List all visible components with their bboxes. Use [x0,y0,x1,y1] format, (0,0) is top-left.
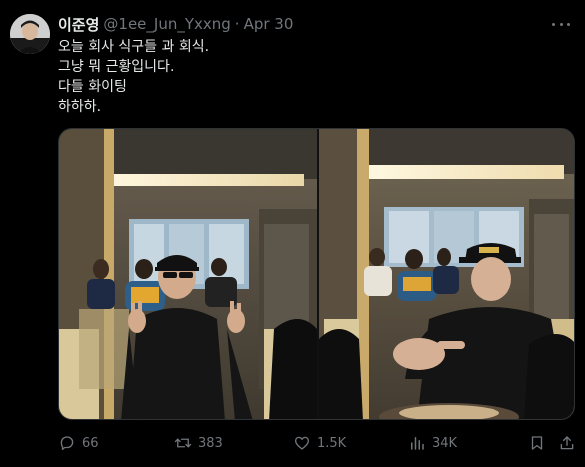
photo-right-image [319,129,574,419]
tweet-line: 하하하. [58,99,102,115]
reply-count: 66 [82,435,99,451]
separator-dot: · [234,15,240,33]
share-button[interactable] [558,433,576,453]
media-grid [58,128,575,420]
like-button[interactable]: 1.5K [293,433,346,453]
tweet-text: 오늘 회사 식구들 과 회식. 그냥 뭐 근황입니다. 다들 화이팅 하하하. [58,37,209,117]
heart-icon [294,436,310,450]
tweet-header: 이준영 @1ee_Jun_Yxxng · Apr 30 [58,14,293,34]
reply-icon [60,436,74,451]
reply-button[interactable]: 66 [58,433,99,453]
tweet-line: 그냥 뭐 근황입니다. [58,59,175,75]
share-icon [560,436,574,450]
bookmark-button[interactable] [528,433,546,453]
author-name[interactable]: 이준영 [58,14,99,35]
like-count: 1.5K [317,435,347,451]
avatar-image [10,14,50,54]
retweet-count: 383 [198,435,223,451]
author-handle[interactable]: @1ee_Jun_Yxxng [103,15,230,33]
more-icon[interactable] [551,16,571,32]
tweet-date[interactable]: Apr 30 [244,15,294,33]
tweet-line: 오늘 회사 식구들 과 회식. [58,39,210,55]
views-count: 34K [432,435,458,451]
photo-left-image [59,129,317,419]
tweet[interactable]: 이준영 @1ee_Jun_Yxxng · Apr 30 오늘 회사 식구들 과 … [0,0,585,467]
retweet-icon [174,438,192,448]
photo-left[interactable] [59,129,317,419]
tweet-actions: 66 383 1.5K 34K [58,433,578,453]
tweet-line: 다들 화이팅 [58,79,127,95]
views-button[interactable]: 34K [408,433,457,453]
views-icon [411,437,424,450]
retweet-button[interactable]: 383 [174,433,223,453]
avatar[interactable] [10,14,50,54]
bookmark-icon [531,436,543,450]
photo-right[interactable] [319,129,574,419]
